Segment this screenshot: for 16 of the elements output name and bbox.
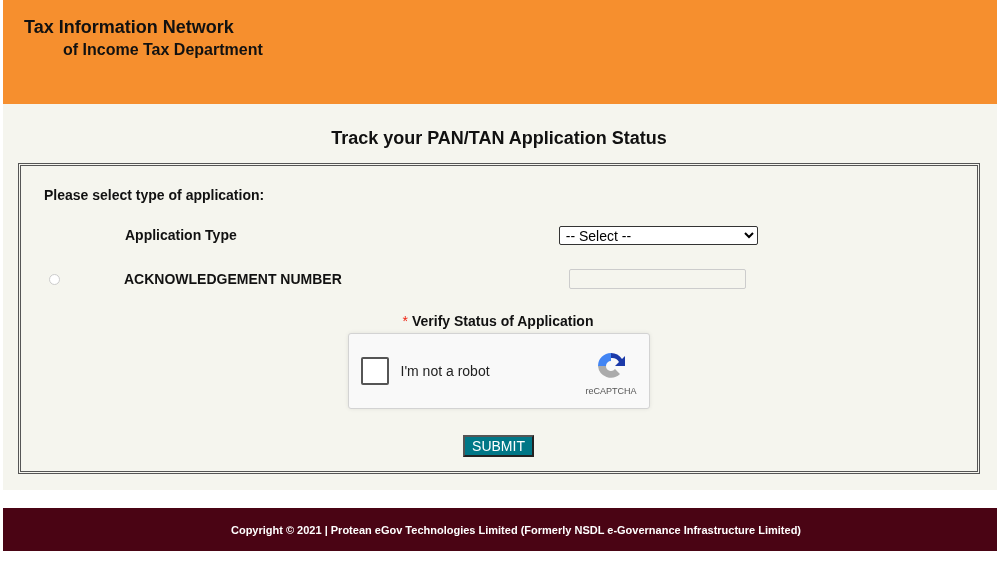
site-subtitle: of Income Tax Department	[63, 41, 263, 59]
captcha-checkbox[interactable]	[360, 357, 389, 385]
page-title: Track your PAN/TAN Application Status	[331, 128, 667, 149]
radio-button[interactable]	[49, 273, 60, 285]
copyright-text: Copyright © 2021 | Protean eGov Technologies Limited (Formerly NSDL e-Governance Infrastructure Limited)	[229, 523, 802, 536]
field-label: ACKNOWLEDGEMENT NUMBER	[124, 271, 342, 287]
site-title: Tax Information Network	[24, 17, 234, 38]
required-mark: *	[402, 313, 408, 329]
acknowledgement-number-field[interactable]	[568, 269, 746, 289]
section-label: Verify Status of Application	[411, 313, 594, 329]
form-prompt: Please select type of application:	[44, 187, 265, 203]
field-label: Application Type	[125, 227, 237, 243]
captcha-label: I'm not a robot	[400, 363, 491, 379]
submit-button[interactable]: SUBMIT	[463, 435, 534, 457]
captcha-brand: reCAPTCHA	[585, 386, 637, 396]
application-type-dropdown[interactable]: -- Select --	[558, 225, 758, 245]
